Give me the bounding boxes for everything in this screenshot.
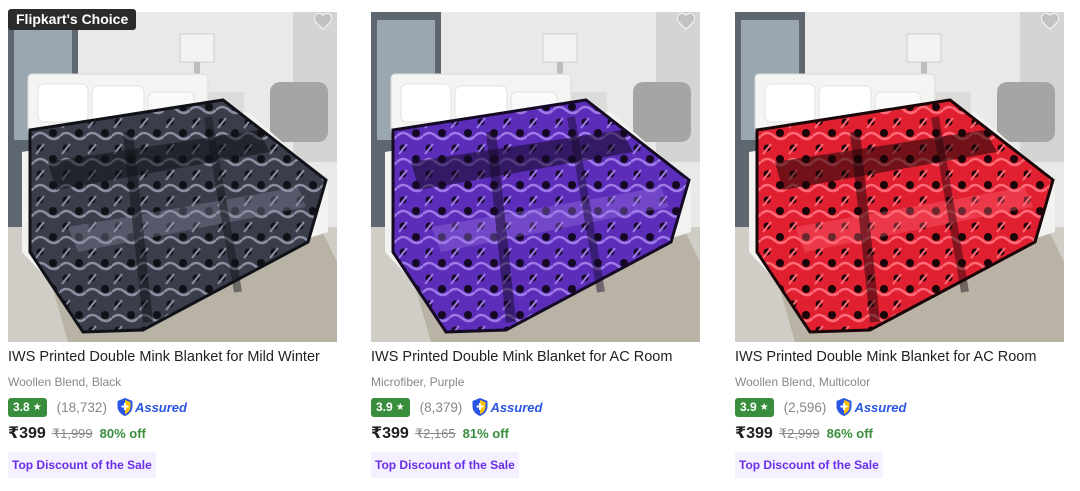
rating-count: (8,379) xyxy=(419,399,463,415)
flipkarts-choice-badge: Flipkart's Choice xyxy=(8,9,137,30)
assured-badge: Assured xyxy=(835,397,906,417)
rating-row: 3.9 ★ (8,379) Assured xyxy=(371,397,542,417)
assured-label: Assured xyxy=(854,399,907,415)
sale-tag: Top Discount of the Sale xyxy=(371,452,519,478)
price-row: ₹399 ₹2,165 81% off xyxy=(371,423,509,443)
blanket-purple-image xyxy=(371,12,700,342)
assured-label: Assured xyxy=(134,399,187,415)
shield-plus-icon xyxy=(472,398,488,416)
blanket-black-image xyxy=(8,12,337,342)
rating-badge: 3.9 ★ xyxy=(371,397,410,417)
sale-tag: Top Discount of the Sale xyxy=(735,452,883,478)
rating-value: 3.8 xyxy=(13,400,30,414)
heart-icon[interactable] xyxy=(1040,12,1060,30)
product-title[interactable]: IWS Printed Double Mink Blanket for Mild… xyxy=(8,348,320,366)
rating-badge: 3.9 ★ xyxy=(735,397,774,417)
rating-value: 3.9 xyxy=(376,400,393,414)
blanket-red-image xyxy=(735,12,1064,342)
selling-price: ₹399 xyxy=(371,425,409,442)
selling-price: ₹399 xyxy=(735,425,773,442)
discount-percent: 86% off xyxy=(826,426,873,441)
assured-label: Assured xyxy=(490,399,543,415)
product-variant: Microfiber, Purple xyxy=(371,375,465,389)
assured-badge: Assured xyxy=(471,397,542,417)
star-icon: ★ xyxy=(32,401,42,413)
rating-value: 3.9 xyxy=(740,400,757,414)
product-card[interactable]: IWS Printed Double Mink Blanket for AC R… xyxy=(363,0,708,491)
product-image[interactable] xyxy=(371,12,700,342)
product-card[interactable]: Flipkart's Choice IWS Printed Double Min… xyxy=(0,0,345,491)
product-image[interactable] xyxy=(735,12,1064,342)
rating-badge: 3.8 ★ xyxy=(8,397,47,417)
heart-icon[interactable] xyxy=(676,12,696,30)
rating-count: (2,596) xyxy=(783,399,827,415)
assured-badge: Assured xyxy=(116,397,187,417)
original-price: ₹2,999 xyxy=(778,426,820,441)
price-row: ₹399 ₹2,999 86% off xyxy=(735,423,873,443)
price-row: ₹399 ₹1,999 80% off xyxy=(8,423,146,443)
selling-price: ₹399 xyxy=(8,425,46,442)
product-variant: Woollen Blend, Multicolor xyxy=(735,375,871,389)
original-price: ₹1,999 xyxy=(51,426,93,441)
shield-plus-icon xyxy=(117,398,133,416)
product-card[interactable]: IWS Printed Double Mink Blanket for AC R… xyxy=(727,0,1072,491)
original-price: ₹2,165 xyxy=(414,426,456,441)
sale-tag: Top Discount of the Sale xyxy=(8,452,156,478)
product-image[interactable] xyxy=(8,12,337,342)
rating-row: 3.8 ★ (18,732) Assured xyxy=(8,397,187,417)
rating-count: (18,732) xyxy=(56,399,107,415)
product-grid: Flipkart's Choice IWS Printed Double Min… xyxy=(0,0,1080,491)
shield-plus-icon xyxy=(836,398,852,416)
star-icon: ★ xyxy=(759,401,769,413)
product-variant: Woollen Blend, Black xyxy=(8,375,122,389)
product-title[interactable]: IWS Printed Double Mink Blanket for AC R… xyxy=(371,348,672,366)
rating-row: 3.9 ★ (2,596) Assured xyxy=(735,397,906,417)
heart-icon[interactable] xyxy=(313,12,333,30)
discount-percent: 80% off xyxy=(99,426,146,441)
product-title[interactable]: IWS Printed Double Mink Blanket for AC R… xyxy=(735,348,1036,366)
discount-percent: 81% off xyxy=(462,426,509,441)
star-icon: ★ xyxy=(395,401,405,413)
